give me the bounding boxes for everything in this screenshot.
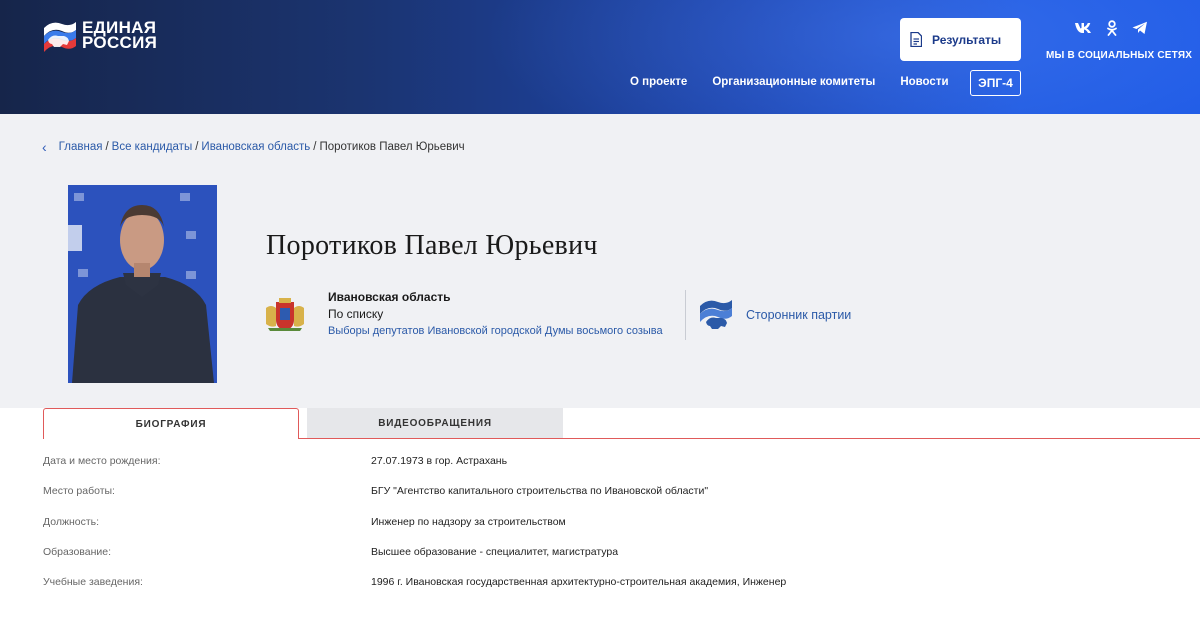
vk-icon[interactable]: [1074, 21, 1092, 39]
logo-text: ЕДИНАЯ РОССИЯ: [82, 19, 158, 52]
profile-section: ‹ Главная / Все кандидаты / Ивановская о…: [0, 114, 1200, 408]
coat-of-arms-icon: [266, 298, 304, 331]
nav-about[interactable]: О проекте: [630, 76, 687, 88]
nav-committees[interactable]: Организационные комитеты: [712, 76, 875, 88]
tab-underline: [298, 438, 1200, 439]
supporter-status: Сторонник партии: [746, 308, 852, 322]
main-nav: О проекте Организационные комитеты Новос…: [630, 70, 1021, 96]
breadcrumb-separator: /: [195, 141, 199, 153]
region-block: Ивановская область По списку Выборы депу…: [266, 290, 663, 337]
bio-row-institutions: Учебные заведения: 1996 г. Ивановская го…: [0, 576, 1200, 606]
region-info: Ивановская область По списку Выборы депу…: [328, 290, 663, 337]
region-name: Ивановская область: [328, 290, 451, 304]
breadcrumb-separator: /: [313, 141, 317, 153]
bio-row-workplace: Место работы: БГУ "Агентство капитальног…: [0, 485, 1200, 515]
candidate-portrait: [68, 185, 217, 383]
social-icons: [1046, 19, 1186, 41]
bio-label: Дата и место рождения:: [43, 455, 161, 467]
breadcrumb-separator: /: [105, 141, 109, 153]
breadcrumb-all-candidates[interactable]: Все кандидаты: [112, 141, 193, 153]
divider: [685, 290, 686, 340]
bio-value: БГУ "Агентство капитального строительств…: [371, 485, 709, 497]
tab-video[interactable]: ВИДЕООБРАЩЕНИЯ: [307, 408, 563, 438]
bear-flag-icon: [44, 22, 76, 52]
bio-row-education: Образование: Высшее образование - специа…: [0, 546, 1200, 576]
bio-label: Образование:: [43, 546, 111, 558]
bio-label: Место работы:: [43, 485, 115, 497]
bio-label: Должность:: [43, 516, 100, 528]
elections-link[interactable]: Выборы депутатов Ивановской городской Ду…: [328, 325, 663, 337]
bio-value: Высшее образование - специалитет, магист…: [371, 546, 619, 558]
logo-line2: РОССИЯ: [82, 33, 158, 52]
telegram-icon[interactable]: [1132, 21, 1148, 40]
bio-row-position: Должность: Инженер по надзору за строите…: [0, 516, 1200, 546]
site-header: ЕДИНАЯ РОССИЯ Результаты МЫ В СОЦИАЛЬНЫХ…: [0, 0, 1200, 114]
chevron-left-icon[interactable]: ‹: [42, 140, 47, 154]
breadcrumb: ‹ Главная / Все кандидаты / Ивановская о…: [42, 140, 465, 154]
breadcrumb-region[interactable]: Ивановская область: [201, 141, 310, 153]
candidate-photo: [68, 185, 217, 383]
social-block: МЫ В СОЦИАЛЬНЫХ СЕТЯХ: [1046, 19, 1193, 61]
bio-value: 1996 г. Ивановская государственная архит…: [371, 576, 787, 588]
bio-value: Инженер по надзору за строительством: [371, 516, 566, 528]
breadcrumb-home[interactable]: Главная: [59, 141, 103, 153]
odnoklassniki-icon[interactable]: [1106, 19, 1118, 41]
breadcrumb-current: Поротиков Павел Юрьевич: [319, 141, 465, 153]
candidate-name: Поротиков Павел Юрьевич: [266, 230, 598, 261]
document-icon: [910, 32, 922, 47]
social-label: МЫ В СОЦИАЛЬНЫХ СЕТЯХ: [1046, 50, 1193, 61]
bio-label: Учебные заведения:: [43, 576, 143, 588]
epg-button[interactable]: ЭПГ-4: [970, 70, 1021, 96]
bio-row-birth: Дата и место рождения: 27.07.1973 в гор.…: [0, 455, 1200, 485]
tab-biography[interactable]: БИОГРАФИЯ: [43, 408, 299, 439]
party-bear-icon: [700, 300, 732, 329]
results-label: Результаты: [932, 32, 1002, 47]
supporter-badge: Сторонник партии: [698, 298, 851, 332]
party-logo[interactable]: ЕДИНАЯ РОССИЯ: [42, 18, 157, 52]
results-button[interactable]: Результаты: [900, 18, 1021, 61]
list-type: По списку: [328, 307, 384, 321]
nav-news[interactable]: Новости: [900, 76, 948, 88]
bio-value: 27.07.1973 в гор. Астрахань: [371, 455, 508, 467]
tabs: БИОГРАФИЯ ВИДЕООБРАЩЕНИЯ: [0, 408, 1200, 439]
